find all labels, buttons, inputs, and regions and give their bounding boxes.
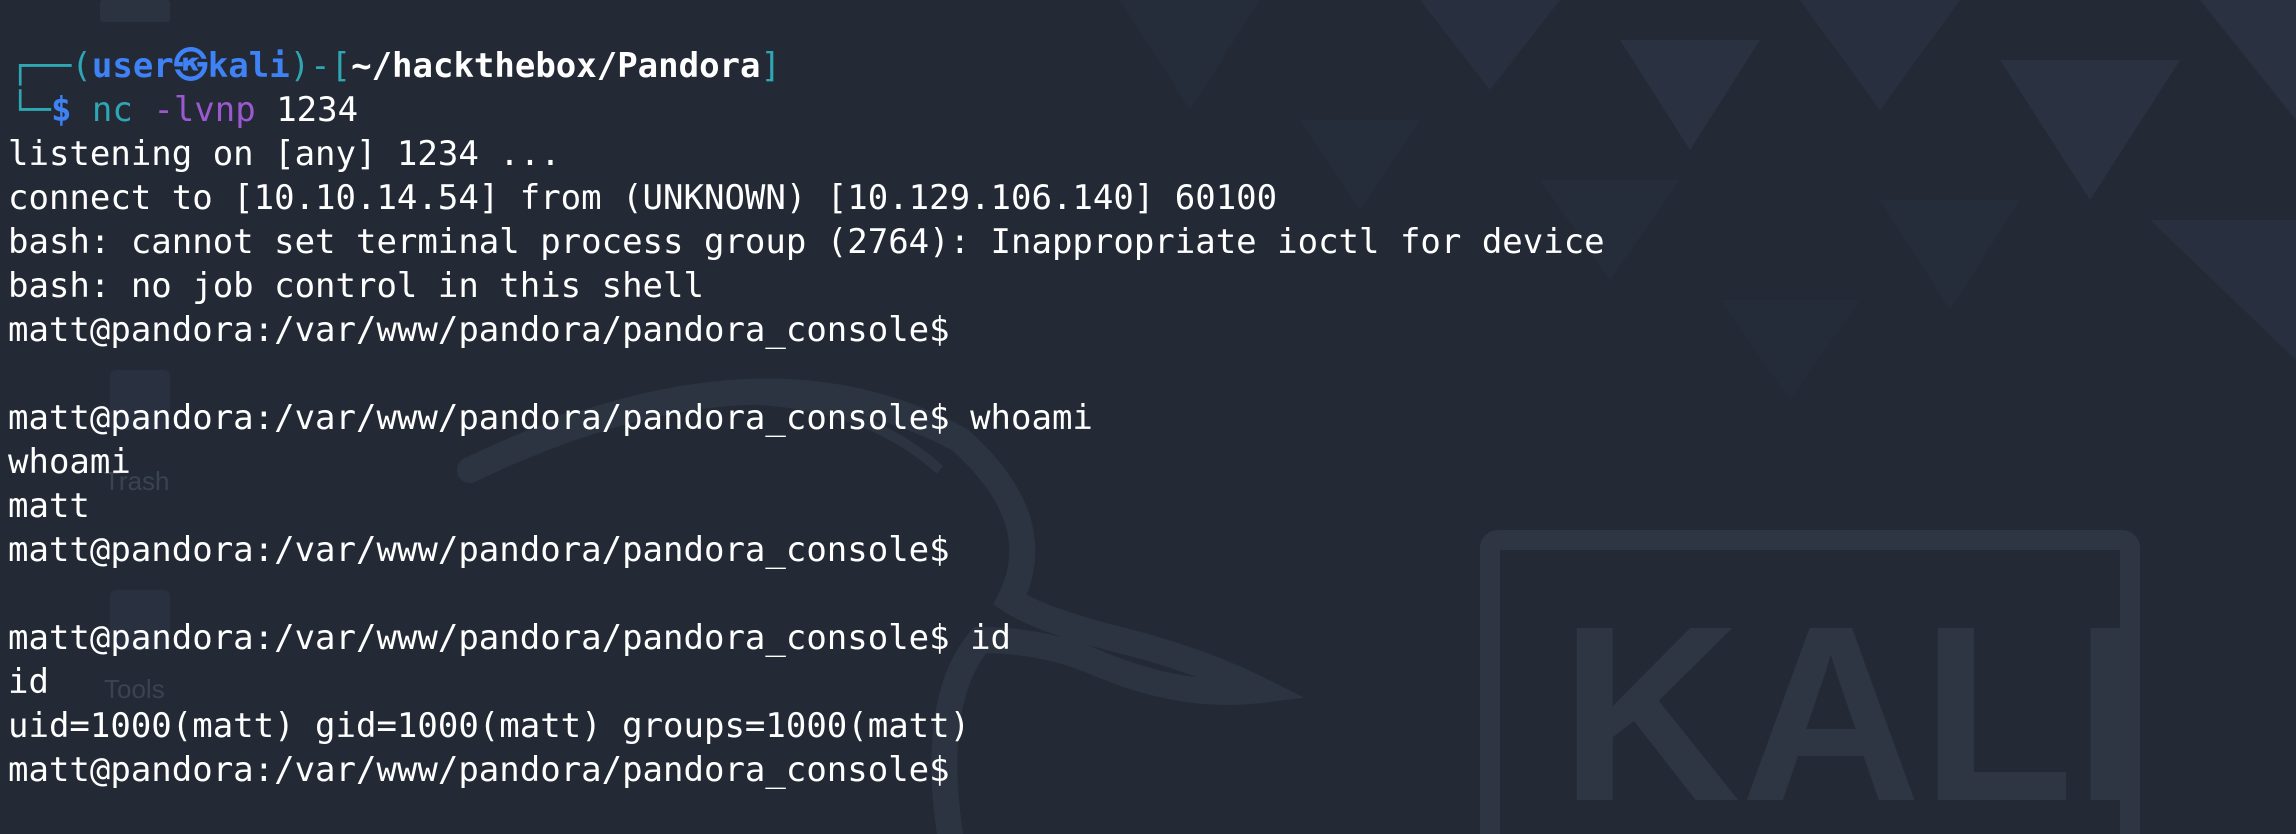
shell-prompt-line: matt@pandora:/var/www/pandora/pandora_co… [8,398,1093,438]
output-line: bash: cannot set terminal process group … [8,222,1605,262]
output-line: matt [8,486,90,526]
terminal-output[interactable]: ┌──(user㉿kali)-[~/hackthebox/Pandora] └─… [0,0,2296,834]
prompt-separator: )-[ [289,46,352,86]
prompt-close: ] [760,46,781,86]
output-line: connect to [10.10.14.54] from (UNKNOWN) … [8,178,1278,218]
prompt-cwd: ~/hackthebox/Pandora [351,46,761,86]
output-line: whoami [8,442,131,482]
prompt-corner-bottom: └─ [10,90,51,130]
output-line: listening on [any] 1234 ... [8,134,561,174]
prompt-dollar: $ [50,90,72,130]
shell-prompt-line: matt@pandora:/var/www/pandora/pandora_co… [8,750,971,790]
shell-prompt-line: matt@pandora:/var/www/pandora/pandora_co… [8,310,971,350]
prompt-user: user [91,46,174,86]
command-name: nc [91,90,133,130]
prompt-at-icon: ㉿ [173,46,208,86]
output-line: id [8,662,49,702]
shell-prompt-line: matt@pandora:/var/www/pandora/pandora_co… [8,618,1012,658]
prompt-line-top: ┌──(user㉿kali)-[~/hackthebox/Pandora] [10,44,781,88]
prompt-corner-top: ┌──( [10,46,92,86]
command-port: 1234 [276,90,359,130]
command-flags: -lvnp [153,90,256,130]
output-line: bash: no job control in this shell [8,266,704,306]
prompt-line-bottom: └─$ nc -lvnp 1234 [10,88,358,132]
output-line: uid=1000(matt) gid=1000(matt) groups=100… [8,706,971,746]
shell-prompt-line: matt@pandora:/var/www/pandora/pandora_co… [8,530,971,570]
prompt-host: kali [207,46,290,86]
